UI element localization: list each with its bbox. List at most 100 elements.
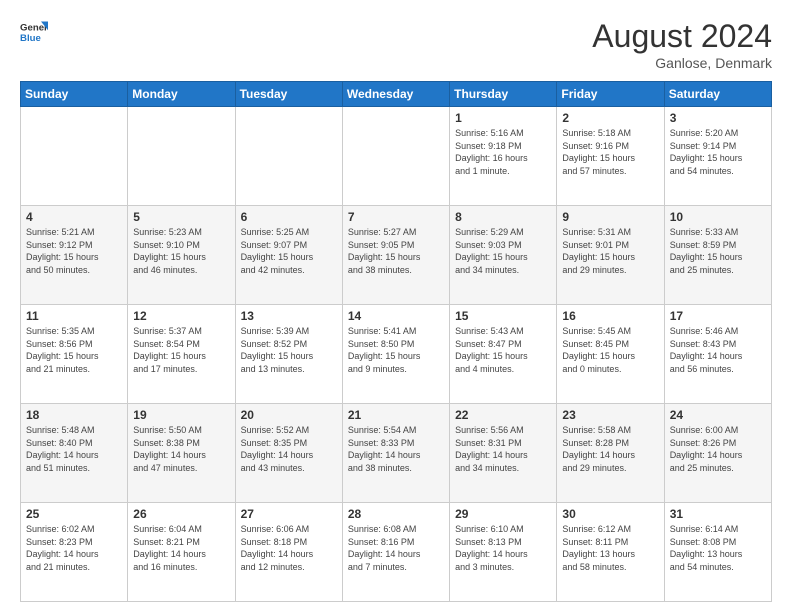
calendar-cell: 7 Sunrise: 5:27 AMSunset: 9:05 PMDaylight… (342, 206, 449, 305)
day-number: 29 (455, 507, 551, 521)
calendar-cell: 24 Sunrise: 6:00 AMSunset: 8:26 PMDayligh… (664, 404, 771, 503)
day-number: 23 (562, 408, 658, 422)
day-info: Sunrise: 5:16 AMSunset: 9:18 PMDaylight:… (455, 127, 551, 177)
calendar-cell: 15 Sunrise: 5:43 AMSunset: 8:47 PMDayligh… (450, 305, 557, 404)
calendar-cell: 29 Sunrise: 6:10 AMSunset: 8:13 PMDayligh… (450, 503, 557, 602)
calendar-cell: 18Sunrise: 5:48 AMSunset: 8:40 PMDayligh… (21, 404, 128, 503)
calendar-cell: 12 Sunrise: 5:37 AMSunset: 8:54 PMDayligh… (128, 305, 235, 404)
weekday-header-tuesday: Tuesday (235, 82, 342, 107)
day-info: Sunrise: 6:12 AMSunset: 8:11 PMDaylight:… (562, 523, 658, 573)
calendar-cell (342, 107, 449, 206)
calendar-cell: 21Sunrise: 5:54 AMSunset: 8:33 PMDayligh… (342, 404, 449, 503)
day-number: 14 (348, 309, 444, 323)
day-number: 31 (670, 507, 766, 521)
day-number: 6 (241, 210, 337, 224)
day-info: Sunrise: 5:21 AMSunset: 9:12 PMDaylight:… (26, 226, 122, 276)
day-info: Sunrise: 5:33 AMSunset: 8:59 PMDaylight:… (670, 226, 766, 276)
calendar-cell: 26 Sunrise: 6:04 AMSunset: 8:21 PMDayligh… (128, 503, 235, 602)
day-info: Sunrise: 5:56 AMSunset: 8:31 PMDaylight:… (455, 424, 551, 474)
calendar-cell: 3Sunrise: 5:20 AMSunset: 9:14 PMDaylight… (664, 107, 771, 206)
calendar-cell: 22 Sunrise: 5:56 AMSunset: 8:31 PMDayligh… (450, 404, 557, 503)
calendar-cell: 19Sunrise: 5:50 AMSunset: 8:38 PMDayligh… (128, 404, 235, 503)
svg-text:Blue: Blue (20, 33, 41, 44)
day-info: Sunrise: 6:08 AMSunset: 8:16 PMDaylight:… (348, 523, 444, 573)
day-info: Sunrise: 5:20 AMSunset: 9:14 PMDaylight:… (670, 127, 766, 177)
day-number: 10 (670, 210, 766, 224)
calendar-cell: 9 Sunrise: 5:31 AMSunset: 9:01 PMDaylight… (557, 206, 664, 305)
calendar-cell: 23 Sunrise: 5:58 AMSunset: 8:28 PMDayligh… (557, 404, 664, 503)
day-number: 8 (455, 210, 551, 224)
calendar-cell: 25Sunrise: 6:02 AMSunset: 8:23 PMDayligh… (21, 503, 128, 602)
calendar-cell: 20 Sunrise: 5:52 AMSunset: 8:35 PMDayligh… (235, 404, 342, 503)
day-info: Sunrise: 5:58 AMSunset: 8:28 PMDaylight:… (562, 424, 658, 474)
day-number: 9 (562, 210, 658, 224)
calendar-cell: 5 Sunrise: 5:23 AMSunset: 9:10 PMDaylight… (128, 206, 235, 305)
calendar-cell: 11 Sunrise: 5:35 AMSunset: 8:56 PMDayligh… (21, 305, 128, 404)
day-number: 5 (133, 210, 229, 224)
day-number: 13 (241, 309, 337, 323)
calendar-week-1: 1 Sunrise: 5:16 AMSunset: 9:18 PMDaylight… (21, 107, 772, 206)
calendar-cell: 16 Sunrise: 5:45 AMSunset: 8:45 PMDayligh… (557, 305, 664, 404)
calendar-cell (21, 107, 128, 206)
day-info: Sunrise: 6:10 AMSunset: 8:13 PMDaylight:… (455, 523, 551, 573)
calendar-week-4: 18Sunrise: 5:48 AMSunset: 8:40 PMDayligh… (21, 404, 772, 503)
calendar-cell: 27Sunrise: 6:06 AMSunset: 8:18 PMDayligh… (235, 503, 342, 602)
day-number: 28 (348, 507, 444, 521)
day-number: 18 (26, 408, 122, 422)
day-number: 22 (455, 408, 551, 422)
day-info: Sunrise: 5:27 AMSunset: 9:05 PMDaylight:… (348, 226, 444, 276)
weekday-header-wednesday: Wednesday (342, 82, 449, 107)
calendar-cell: 13 Sunrise: 5:39 AMSunset: 8:52 PMDayligh… (235, 305, 342, 404)
day-number: 1 (455, 111, 551, 125)
day-info: Sunrise: 6:14 AMSunset: 8:08 PMDaylight:… (670, 523, 766, 573)
logo: General Blue (20, 18, 48, 46)
calendar-cell: 30Sunrise: 6:12 AMSunset: 8:11 PMDayligh… (557, 503, 664, 602)
calendar-week-5: 25Sunrise: 6:02 AMSunset: 8:23 PMDayligh… (21, 503, 772, 602)
calendar-cell (235, 107, 342, 206)
weekday-header-monday: Monday (128, 82, 235, 107)
day-number: 17 (670, 309, 766, 323)
day-number: 26 (133, 507, 229, 521)
day-info: Sunrise: 5:35 AMSunset: 8:56 PMDaylight:… (26, 325, 122, 375)
day-number: 4 (26, 210, 122, 224)
day-info: Sunrise: 6:02 AMSunset: 8:23 PMDaylight:… (26, 523, 122, 573)
day-info: Sunrise: 5:18 AMSunset: 9:16 PMDaylight:… (562, 127, 658, 177)
calendar-cell: 4 Sunrise: 5:21 AMSunset: 9:12 PMDaylight… (21, 206, 128, 305)
day-number: 19 (133, 408, 229, 422)
calendar-table: SundayMondayTuesdayWednesdayThursdayFrid… (20, 81, 772, 602)
day-info: Sunrise: 5:39 AMSunset: 8:52 PMDaylight:… (241, 325, 337, 375)
day-number: 16 (562, 309, 658, 323)
calendar-week-2: 4 Sunrise: 5:21 AMSunset: 9:12 PMDaylight… (21, 206, 772, 305)
page-header: General Blue August 2024 Ganlose, Denmar… (20, 18, 772, 71)
day-info: Sunrise: 5:25 AMSunset: 9:07 PMDaylight:… (241, 226, 337, 276)
calendar-cell: 17 Sunrise: 5:46 AMSunset: 8:43 PMDayligh… (664, 305, 771, 404)
calendar-subtitle: Ganlose, Denmark (592, 55, 772, 71)
calendar-cell: 6 Sunrise: 5:25 AMSunset: 9:07 PMDaylight… (235, 206, 342, 305)
day-info: Sunrise: 5:52 AMSunset: 8:35 PMDaylight:… (241, 424, 337, 474)
day-info: Sunrise: 6:06 AMSunset: 8:18 PMDaylight:… (241, 523, 337, 573)
weekday-header-friday: Friday (557, 82, 664, 107)
calendar-week-3: 11 Sunrise: 5:35 AMSunset: 8:56 PMDayligh… (21, 305, 772, 404)
weekday-header-row: SundayMondayTuesdayWednesdayThursdayFrid… (21, 82, 772, 107)
day-info: Sunrise: 6:00 AMSunset: 8:26 PMDaylight:… (670, 424, 766, 474)
day-number: 11 (26, 309, 122, 323)
day-number: 7 (348, 210, 444, 224)
day-info: Sunrise: 5:37 AMSunset: 8:54 PMDaylight:… (133, 325, 229, 375)
logo-icon: General Blue (20, 18, 48, 46)
day-info: Sunrise: 5:45 AMSunset: 8:45 PMDaylight:… (562, 325, 658, 375)
day-info: Sunrise: 5:31 AMSunset: 9:01 PMDaylight:… (562, 226, 658, 276)
day-info: Sunrise: 5:43 AMSunset: 8:47 PMDaylight:… (455, 325, 551, 375)
calendar-cell: 8Sunrise: 5:29 AMSunset: 9:03 PMDaylight… (450, 206, 557, 305)
calendar-title: August 2024 (592, 18, 772, 55)
day-number: 15 (455, 309, 551, 323)
calendar-cell: 28 Sunrise: 6:08 AMSunset: 8:16 PMDayligh… (342, 503, 449, 602)
day-number: 20 (241, 408, 337, 422)
weekday-header-sunday: Sunday (21, 82, 128, 107)
day-info: Sunrise: 5:46 AMSunset: 8:43 PMDaylight:… (670, 325, 766, 375)
day-info: Sunrise: 5:23 AMSunset: 9:10 PMDaylight:… (133, 226, 229, 276)
day-number: 24 (670, 408, 766, 422)
calendar-cell: 31 Sunrise: 6:14 AMSunset: 8:08 PMDayligh… (664, 503, 771, 602)
day-number: 21 (348, 408, 444, 422)
day-number: 12 (133, 309, 229, 323)
day-info: Sunrise: 6:04 AMSunset: 8:21 PMDaylight:… (133, 523, 229, 573)
